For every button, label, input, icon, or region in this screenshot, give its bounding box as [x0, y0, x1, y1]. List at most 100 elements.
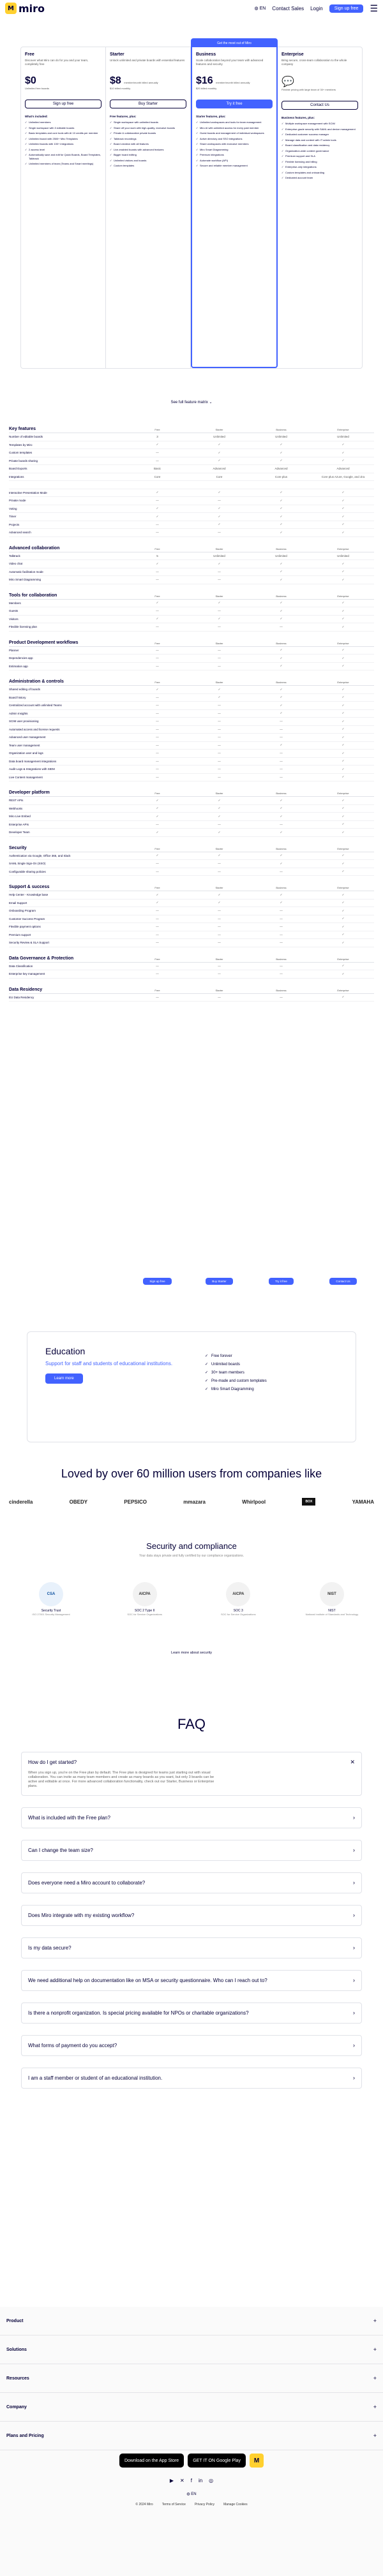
signup-button[interactable]: Sign up free	[329, 4, 364, 13]
footer-section-label: Company	[6, 2404, 27, 2409]
feature-value: ✓	[218, 514, 221, 518]
feature-value: ✓	[342, 514, 345, 518]
comparison-row: Security Review & SLA Support — — — ✓	[9, 939, 374, 947]
chevron-right-icon[interactable]: ›	[353, 2042, 355, 2049]
app-store-badge[interactable]: Download on the App Store	[119, 2454, 184, 2468]
chevron-right-icon[interactable]: ›	[353, 1912, 355, 1919]
plan-cta-button[interactable]: Buy Starter	[110, 100, 186, 108]
instagram-icon[interactable]: ◎	[209, 2478, 213, 2483]
feature-value: Unlimited	[337, 554, 349, 558]
chevron-right-icon[interactable]: ›	[353, 2075, 355, 2082]
feature-value: —	[218, 625, 221, 629]
menu-icon[interactable]: ☰	[370, 3, 378, 14]
comparison-button-cell: Contact Us	[312, 1278, 374, 1285]
comparison-cta-button[interactable]: Contact Us	[329, 1278, 357, 1285]
comparison-row: Team user management — — ✓ ✓	[9, 742, 374, 750]
plan-column-label: Enterprise	[337, 847, 349, 850]
language-selector[interactable]: ◍ EN	[254, 6, 266, 11]
footer-section-product[interactable]: Product +	[0, 2307, 383, 2335]
footer-section-resources[interactable]: Resources +	[0, 2364, 383, 2393]
footer-language[interactable]: ◍ EN	[0, 2492, 383, 2496]
facebook-icon[interactable]: f	[191, 2478, 192, 2483]
section-title: Administration & controls	[9, 679, 64, 684]
chevron-right-icon[interactable]: ›	[353, 1814, 355, 1821]
faq-item[interactable]: Is there a nonprofit organization. Is sp…	[21, 2002, 362, 2024]
faq-item[interactable]: Is my data secure? ›	[21, 1937, 362, 1958]
feature-value: —	[218, 736, 221, 739]
feature-name: EU Data Residency	[9, 995, 34, 999]
feature-name: Board Exports	[9, 467, 27, 471]
close-icon[interactable]: ✕	[350, 1759, 355, 1789]
comparison-row: Video chat ✓ ✓ ✓ ✓	[9, 560, 374, 568]
comparison-cta-button[interactable]: Try it free	[269, 1278, 294, 1285]
feature-value: —	[218, 870, 221, 873]
plan-cta-button[interactable]: Contact Us	[282, 101, 358, 110]
certification-item: AICPA SOC 2 Type II SOC for Service Organi…	[113, 1582, 177, 1616]
faq-question-wrap: Does everyone need a Miro account to col…	[28, 1879, 353, 1886]
chevron-right-icon[interactable]: ›	[353, 2010, 355, 2017]
comparison-row: Premium support — — — ✓	[9, 931, 374, 939]
faq-item[interactable]: We need additional help on documentation…	[21, 1970, 362, 1991]
plan-feature-item: Enterprise-grade security with SAML and …	[282, 128, 358, 131]
plan-cta-button[interactable]: Sign up free	[25, 100, 101, 108]
plan-feature-item: Miro AI with unlimited access for every …	[196, 126, 273, 130]
plan-column-label: Enterprise	[337, 886, 349, 889]
faq-item[interactable]: Does everyone need a Miro account to col…	[21, 1872, 362, 1893]
feature-value: ✓	[280, 703, 283, 707]
chevron-right-icon[interactable]: ›	[353, 1847, 355, 1854]
legal-link[interactable]: Terms of Service	[162, 2503, 186, 2506]
plan-cta-button[interactable]: Try it free	[196, 100, 273, 108]
comparison-row: Shared editing of boards ✓ ✓ ✓ ✓	[9, 686, 374, 694]
feature-value: ✓	[218, 491, 221, 494]
feature-value: ✓	[342, 530, 345, 534]
feature-value: ✓	[342, 507, 345, 510]
customer-logo: PEPSICO	[124, 1499, 147, 1505]
miro-logo[interactable]: Mmiro	[5, 3, 45, 15]
chevron-right-icon[interactable]: ›	[353, 1879, 355, 1886]
contact-sales-link[interactable]: Contact Sales	[272, 6, 304, 11]
education-list: Free foreverUnlimited boards30+ team mem…	[205, 1352, 267, 1428]
feature-value: ✓	[342, 806, 345, 810]
comparison-section-header: Support & success Free Starter Business Ente…	[9, 882, 374, 891]
comparison-cta-button[interactable]: Buy Starter	[206, 1278, 233, 1285]
login-link[interactable]: Login	[310, 6, 323, 11]
feature-value: —	[156, 656, 159, 660]
footer-section-solutions[interactable]: Solutions +	[0, 2335, 383, 2364]
feature-value: ✓	[342, 609, 345, 612]
learn-more-button[interactable]: Learn more	[45, 1373, 83, 1384]
feature-value: —	[156, 909, 159, 913]
plan-card-enterprise: Enterprise Bring secure, cross-team colla…	[278, 47, 362, 368]
feature-name: Interactive Presentation Mode	[9, 491, 47, 494]
youtube-icon[interactable]: ▶	[170, 2478, 174, 2483]
plan-column-label: Business	[276, 594, 287, 598]
legal-link[interactable]: Manage Cookies	[223, 2503, 248, 2506]
plan-column-label: Enterprise	[337, 594, 349, 598]
feature-value: ✓	[342, 814, 345, 818]
faq-item[interactable]: How do I get started? When you sign up, y…	[21, 1752, 362, 1796]
comparison-cta-button[interactable]: Sign up free	[143, 1278, 172, 1285]
comparison-section-header: Security Free Starter Business Enterprise	[9, 843, 374, 852]
faq-item[interactable]: Does Miro integrate with my existing wor…	[21, 1905, 362, 1926]
feature-name: Projects	[9, 522, 20, 526]
chevron-right-icon[interactable]: ›	[353, 1944, 355, 1951]
feature-value: ✓	[342, 995, 345, 999]
feature-name: Voting	[9, 507, 17, 510]
footer-section-company[interactable]: Company +	[0, 2393, 383, 2422]
faq-item[interactable]: Can I change the team size? ›	[21, 1840, 362, 1861]
footer-section-plans-and-pricing[interactable]: Plans and Pricing +	[0, 2422, 383, 2450]
language-label: EN	[259, 6, 266, 11]
comparison-row: Onboarding Program — — — ✓	[9, 907, 374, 915]
customer-logo: mmazara	[183, 1499, 206, 1505]
google-play-badge[interactable]: GET IT ON Google Play	[188, 2454, 246, 2468]
linkedin-icon[interactable]: in	[199, 2478, 202, 2483]
x-icon[interactable]: ✕	[180, 2478, 184, 2483]
faq-item[interactable]: What is included with the Free plan? ›	[21, 1807, 362, 1828]
feature-value: Unlimited	[275, 435, 287, 439]
legal-link[interactable]: Privacy Policy	[195, 2503, 214, 2506]
chevron-right-icon[interactable]: ›	[353, 1977, 355, 1984]
learn-more-security-link[interactable]: Learn more about security	[0, 1651, 383, 1655]
faq-item[interactable]: What forms of payment do you accept? ›	[21, 2035, 362, 2056]
see-full-feature-matrix-link[interactable]: See full feature matrix ⌄	[0, 400, 383, 404]
faq-item[interactable]: I am a staff member or student of an edu…	[21, 2068, 362, 2089]
feature-value: ✓	[342, 727, 345, 731]
